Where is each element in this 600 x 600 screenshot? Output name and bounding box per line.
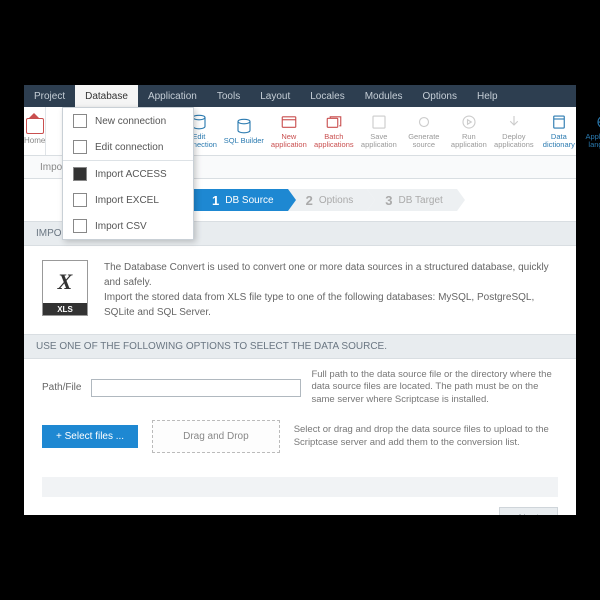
- dropdown-edit-connection[interactable]: Edit connection: [63, 134, 193, 160]
- gear-icon: [415, 113, 433, 131]
- menubar: Project Database Application Tools Layou…: [24, 85, 576, 107]
- home-icon: [26, 118, 44, 134]
- menu-tools[interactable]: Tools: [207, 85, 250, 107]
- app-window: Project Database Application Tools Layou…: [24, 85, 576, 515]
- tb-data-dictionary[interactable]: Data dictionary: [536, 113, 581, 150]
- path-description: Full path to the data source file or the…: [311, 369, 558, 406]
- home-label: Home: [24, 136, 45, 145]
- globe-icon: [595, 113, 600, 131]
- dropdown-import-csv[interactable]: Import CSV: [63, 213, 193, 239]
- tb-sql-builder[interactable]: SQL Builder: [221, 117, 266, 145]
- path-input[interactable]: [91, 379, 301, 397]
- upload-description: Select or drag and drop the data source …: [294, 424, 558, 449]
- intro-text: The Database Convert is used to convert …: [104, 260, 558, 320]
- menu-project[interactable]: Project: [24, 85, 75, 107]
- select-files-button[interactable]: + Select files ...: [42, 425, 138, 448]
- file-list-placeholder: [42, 477, 558, 497]
- windows-icon: [325, 113, 343, 131]
- window-icon: [280, 113, 298, 131]
- wizard-steps: 1DB Source 2Options 3DB Target: [194, 189, 576, 211]
- dropzone[interactable]: Drag and Drop: [152, 420, 280, 453]
- path-row: Path/File Full path to the data source f…: [42, 369, 558, 406]
- wizard-db-source[interactable]: 1DB Source: [194, 189, 288, 211]
- toolbar-items: Edit connection SQL Builder New applicat…: [176, 107, 600, 155]
- tb-generate-source: Generate source: [401, 113, 446, 150]
- wizard-db-target[interactable]: 3DB Target: [367, 189, 457, 211]
- menu-options[interactable]: Options: [413, 85, 467, 107]
- dropdown-import-access[interactable]: Import ACCESS: [63, 161, 193, 187]
- save-icon: [370, 113, 388, 131]
- tb-app-language[interactable]: Application language: [581, 113, 600, 150]
- upload-row: + Select files ... Drag and Drop Select …: [42, 420, 558, 453]
- db-edit-icon: [73, 140, 87, 154]
- next-button[interactable]: Next: [499, 507, 558, 515]
- tb-deploy: Deploy applications: [491, 113, 536, 150]
- database-dropdown: New connection Edit connection Import AC…: [62, 107, 194, 240]
- menu-layout[interactable]: Layout: [250, 85, 300, 107]
- database-icon: [235, 117, 253, 135]
- menu-database[interactable]: Database: [75, 85, 138, 107]
- db-icon: [73, 114, 87, 128]
- excel-icon: [73, 193, 87, 207]
- menu-modules[interactable]: Modules: [355, 85, 413, 107]
- tb-run-application: Run application: [446, 113, 491, 150]
- intro-block: XLS The Database Convert is used to conv…: [24, 246, 576, 334]
- dropdown-new-connection[interactable]: New connection: [63, 108, 193, 134]
- tb-batch-applications[interactable]: Batch applications: [311, 113, 356, 150]
- play-icon: [460, 113, 478, 131]
- dropdown-import-excel[interactable]: Import EXCEL: [63, 187, 193, 213]
- menu-application[interactable]: Application: [138, 85, 207, 107]
- home-button[interactable]: Home: [24, 107, 46, 155]
- access-icon: [73, 167, 87, 181]
- section-select-source-header: USE ONE OF THE FOLLOWING OPTIONS TO SELE…: [24, 334, 576, 359]
- menu-locales[interactable]: Locales: [300, 85, 354, 107]
- tb-save-application: Save application: [356, 113, 401, 150]
- menu-help[interactable]: Help: [467, 85, 508, 107]
- path-label: Path/File: [42, 382, 81, 393]
- deploy-icon: [505, 113, 523, 131]
- csv-icon: [73, 219, 87, 233]
- tb-new-application[interactable]: New application: [266, 113, 311, 150]
- xls-file-icon: XLS: [42, 260, 88, 316]
- toolbar: Home New connection Edit connection Impo…: [24, 107, 576, 156]
- book-icon: [550, 113, 568, 131]
- wizard-options[interactable]: 2Options: [288, 189, 368, 211]
- source-options: Path/File Full path to the data source f…: [24, 359, 576, 463]
- footer: Next: [24, 497, 576, 515]
